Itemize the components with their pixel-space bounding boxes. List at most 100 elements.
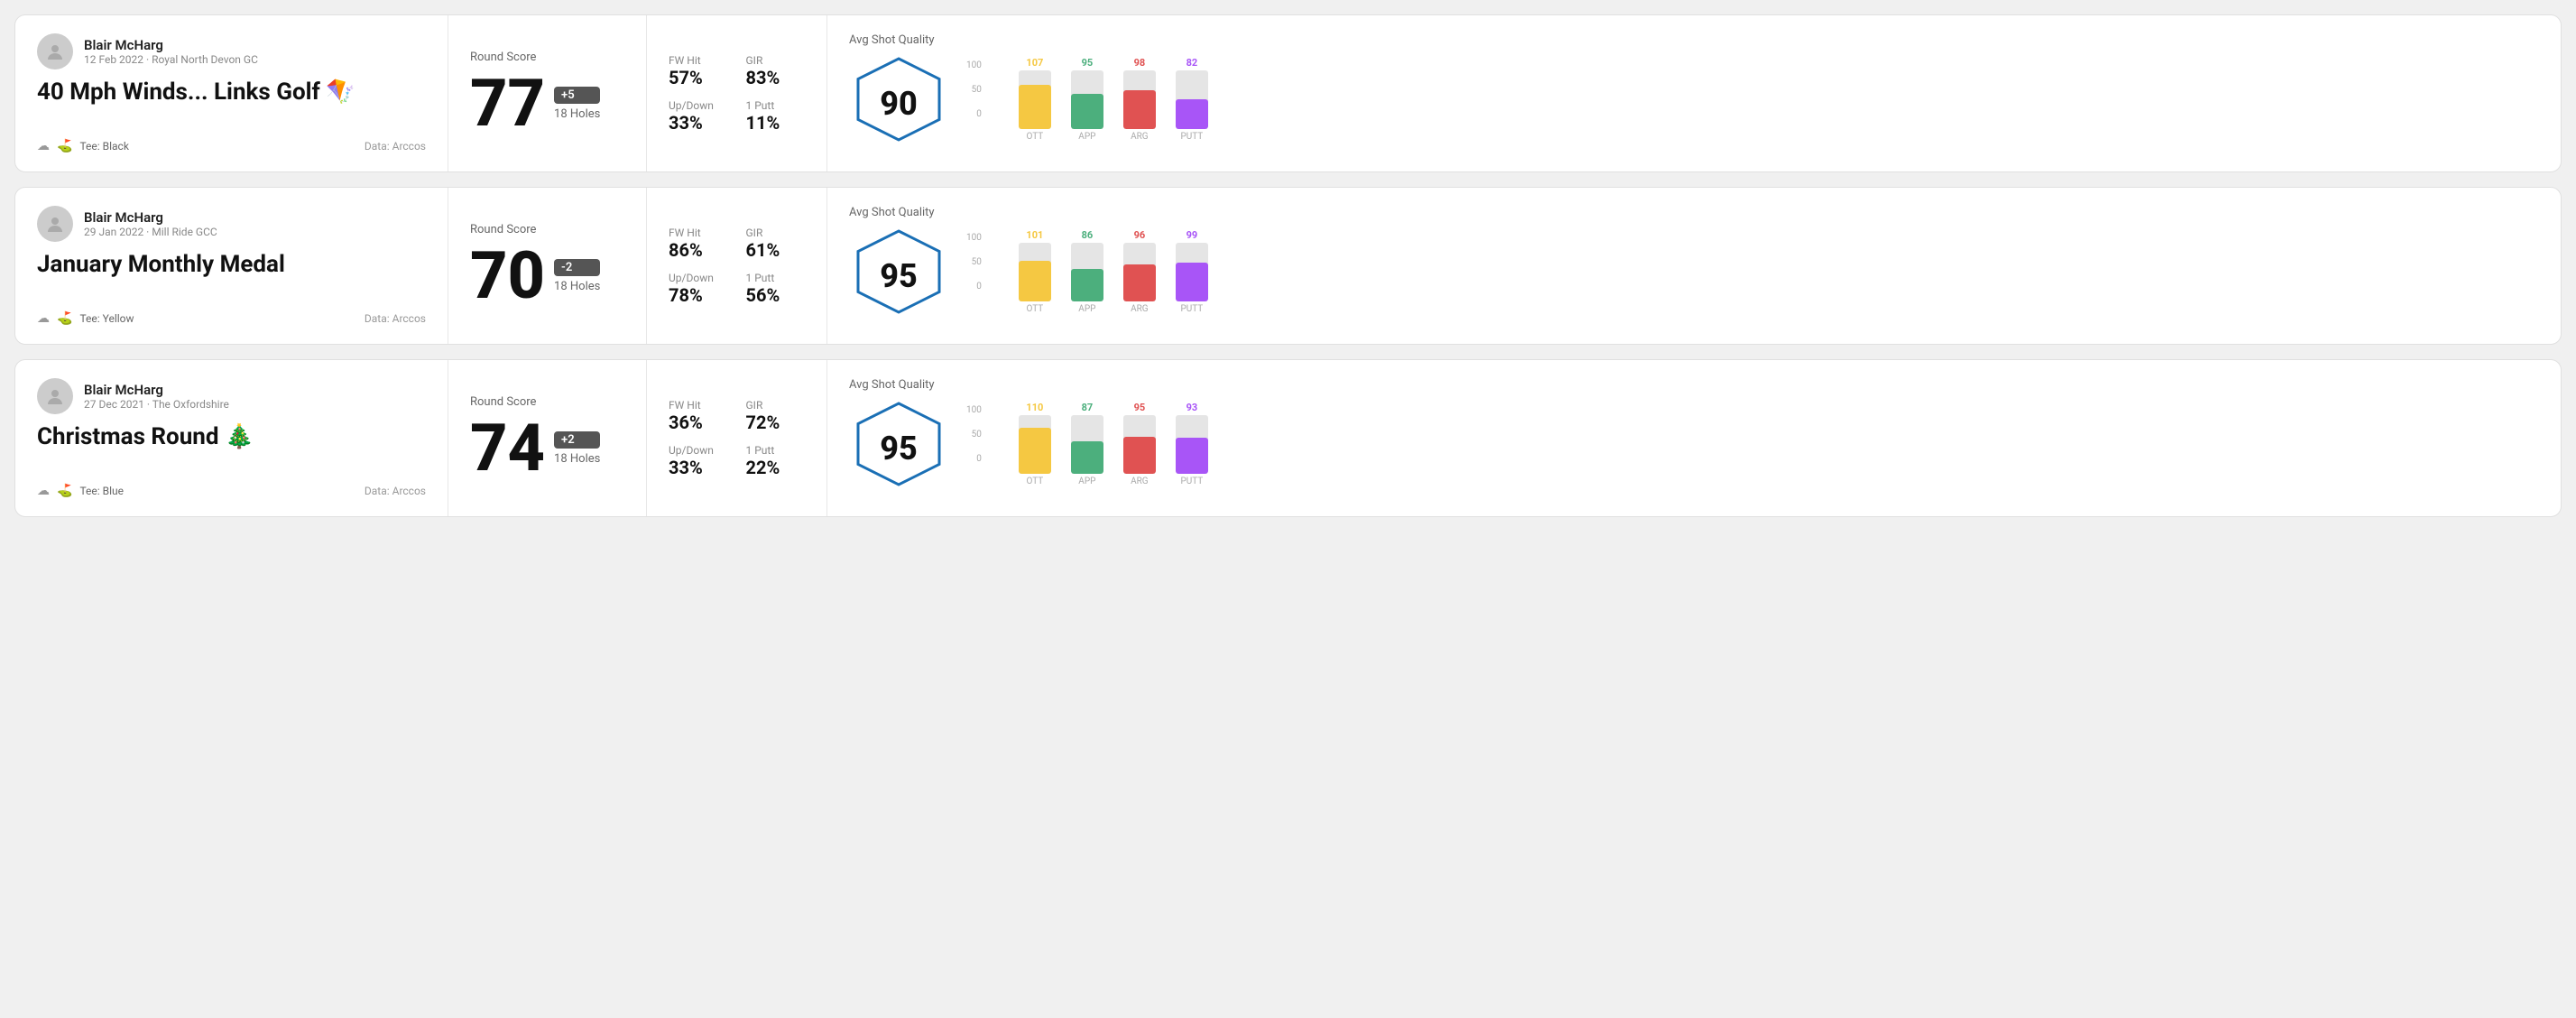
gir-value: 72%	[746, 412, 806, 433]
stats-grid: FW Hit 36% GIR 72% Up/Down 33% 1 Putt 22…	[669, 399, 805, 478]
y-axis-labels: 100500	[966, 405, 982, 464]
gir-label: GIR	[746, 227, 806, 239]
oneputt-label: 1 Putt	[746, 444, 806, 457]
bar-inner	[1071, 94, 1103, 129]
chart-columns: 107 OTT 95 APP 98 ARG	[985, 60, 1214, 142]
user-row: Blair McHarg 27 Dec 2021 · The Oxfordshi…	[37, 378, 426, 414]
user-name: Blair McHarg	[84, 209, 217, 226]
chart-column: 110 OTT	[1012, 402, 1057, 486]
updown-value: 33%	[669, 457, 728, 478]
round-score-label: Round Score	[470, 223, 624, 236]
col-top-value: 99	[1186, 229, 1198, 241]
score-badge: -2	[554, 259, 600, 276]
col-x-label: OTT	[1026, 477, 1043, 486]
updown-label: Up/Down	[669, 99, 728, 112]
stat-updown: Up/Down 33%	[669, 99, 728, 134]
data-source: Data: Arccos	[365, 312, 426, 325]
holes-label: 18 Holes	[554, 107, 600, 121]
updown-label: Up/Down	[669, 272, 728, 284]
bar-outer	[1071, 70, 1103, 129]
tee-info: ☁ ⛳ Tee: Blue	[37, 484, 124, 498]
score-value: 77	[470, 71, 545, 136]
shot-quality-section: Avg Shot Quality 90 100500 107 O	[827, 15, 2561, 171]
col-top-value: 95	[1134, 402, 1146, 413]
quality-label: Avg Shot Quality	[849, 378, 948, 392]
user-date-course: 29 Jan 2022 · Mill Ride GCC	[84, 226, 217, 238]
fw-hit-label: FW Hit	[669, 54, 728, 67]
y-label: 50	[972, 257, 982, 267]
y-label: 0	[976, 282, 982, 292]
user-info: Blair McHarg 12 Feb 2022 · Royal North D…	[84, 37, 258, 66]
quality-score: 90	[880, 85, 918, 123]
score-value: 74	[470, 416, 545, 481]
tee-label: Tee: Yellow	[79, 312, 134, 325]
bar-chart: 100 50 0 101 OTT 86 APP 96	[966, 218, 1214, 314]
bar-inner	[1019, 261, 1051, 301]
chart-column: 101 OTT	[1012, 229, 1057, 314]
card-left-section: Blair McHarg 29 Jan 2022 · Mill Ride GCC…	[15, 188, 448, 344]
chart-column: 99 PUTT	[1169, 229, 1214, 314]
quality-score: 95	[880, 430, 918, 467]
hexagon-container: 95	[849, 399, 948, 498]
y-axis-labels: 100500	[966, 60, 982, 119]
stat-oneputt: 1 Putt 11%	[746, 99, 806, 134]
oneputt-label: 1 Putt	[746, 272, 806, 284]
chart-column: 87 APP	[1065, 402, 1110, 486]
col-x-label: APP	[1078, 304, 1095, 314]
stat-fw-hit: FW Hit 36%	[669, 399, 728, 433]
quality-label: Avg Shot Quality	[849, 33, 948, 47]
chart-columns: 101 OTT 86 APP 96 ARG	[985, 233, 1214, 314]
score-value: 70	[470, 244, 545, 309]
shot-quality-section: Avg Shot Quality 95 100500 101 O	[827, 188, 2561, 344]
tee-icon: ⛳	[57, 484, 72, 498]
bar-outer	[1019, 70, 1051, 129]
bar-inner	[1071, 441, 1103, 474]
quality-label: Avg Shot Quality	[849, 206, 948, 219]
hexagon-container: 90	[849, 54, 948, 153]
bar-outer	[1019, 243, 1051, 301]
col-x-label: ARG	[1131, 304, 1149, 314]
stat-gir: GIR 83%	[746, 54, 806, 88]
col-top-value: 95	[1082, 57, 1094, 69]
oneputt-value: 56%	[746, 284, 806, 306]
y-label: 100	[966, 233, 982, 243]
col-top-value: 101	[1026, 229, 1043, 241]
y-label: 100	[966, 405, 982, 415]
bar-outer	[1176, 415, 1208, 474]
stat-gir: GIR 61%	[746, 227, 806, 261]
hexagon-container: 95	[849, 227, 948, 326]
round-score-section: Round Score 70 -2 18 Holes	[448, 188, 647, 344]
quality-left: Avg Shot Quality 95	[849, 378, 948, 498]
stats-section: FW Hit 36% GIR 72% Up/Down 33% 1 Putt 22…	[647, 360, 827, 516]
bar-inner	[1123, 264, 1156, 301]
weather-icon: ☁	[37, 311, 50, 326]
col-top-value: 87	[1082, 402, 1094, 413]
col-x-label: OTT	[1026, 304, 1043, 314]
shot-quality-section: Avg Shot Quality 95 100500 110 O	[827, 360, 2561, 516]
quality-score: 95	[880, 257, 918, 295]
user-date-course: 12 Feb 2022 · Royal North Devon GC	[84, 53, 258, 66]
data-source: Data: Arccos	[365, 485, 426, 497]
col-x-label: PUTT	[1180, 304, 1203, 314]
col-top-value: 98	[1134, 57, 1146, 69]
bar-outer	[1176, 70, 1208, 129]
fw-hit-value: 86%	[669, 239, 728, 261]
card-footer: ☁ ⛳ Tee: Blue Data: Arccos	[37, 484, 426, 498]
bar-outer	[1123, 243, 1156, 301]
tee-info: ☁ ⛳ Tee: Yellow	[37, 311, 134, 326]
score-badge: +5	[554, 87, 600, 104]
gir-label: GIR	[746, 54, 806, 67]
user-row: Blair McHarg 12 Feb 2022 · Royal North D…	[37, 33, 426, 69]
col-x-label: APP	[1078, 477, 1095, 486]
col-top-value: 96	[1134, 229, 1146, 241]
bar-inner	[1123, 90, 1156, 128]
holes-label: 18 Holes	[554, 280, 600, 293]
tee-icon: ⛳	[57, 311, 72, 326]
stat-oneputt: 1 Putt 56%	[746, 272, 806, 306]
col-top-value: 86	[1082, 229, 1094, 241]
gir-value: 61%	[746, 239, 806, 261]
bar-inner	[1176, 99, 1208, 129]
user-date-course: 27 Dec 2021 · The Oxfordshire	[84, 398, 229, 411]
col-top-value: 82	[1186, 57, 1198, 69]
stat-updown: Up/Down 78%	[669, 272, 728, 306]
